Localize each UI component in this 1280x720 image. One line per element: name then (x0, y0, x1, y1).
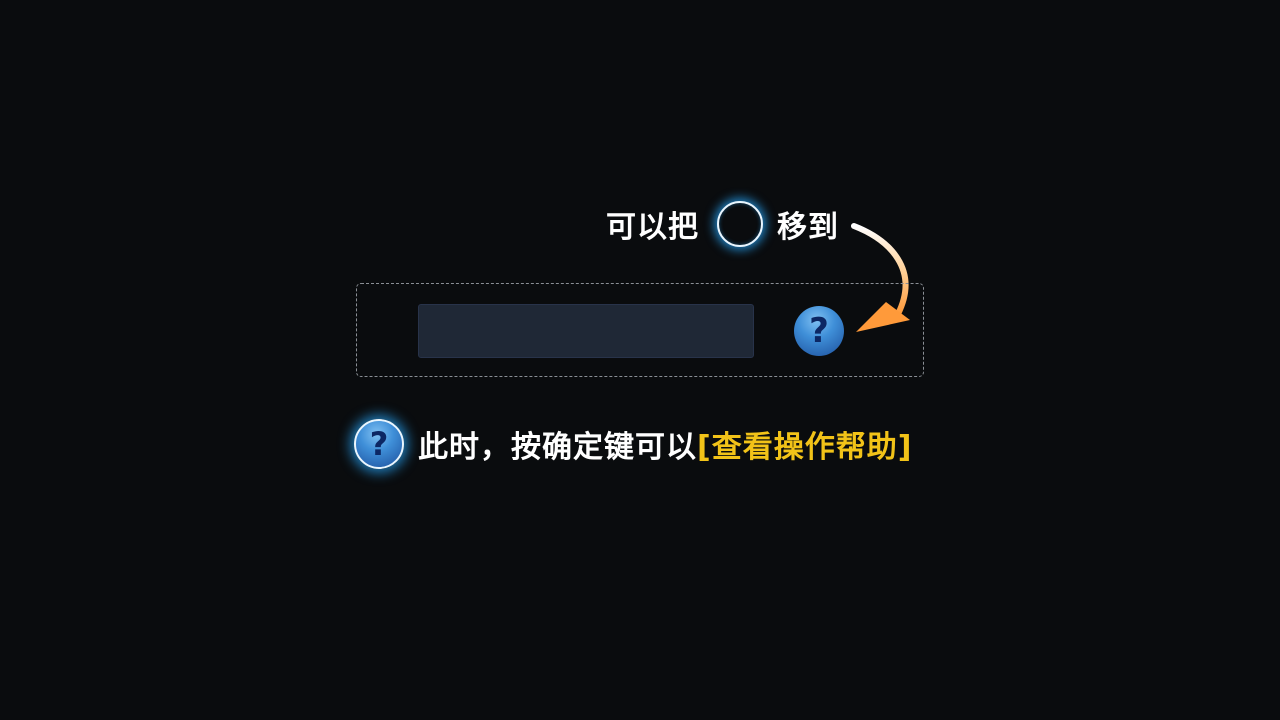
bottom-hint-text: 此时，按确定键可以[查看操作帮助] (418, 422, 912, 466)
focus-cursor-icon (717, 201, 763, 247)
help-button[interactable]: ? (794, 306, 844, 356)
tutorial-overlay: 可以把 移到 ? ? 此时，按确定键可以[查看操作帮助] (0, 0, 1280, 720)
question-icon: ? (369, 425, 389, 463)
top-hint: 可以把 移到 (606, 201, 839, 247)
help-button-focused-icon: ? (354, 419, 404, 469)
help-link-highlight: [查看操作帮助] (697, 430, 913, 465)
bottom-hint-main: 此时，按确定键可以 (418, 430, 697, 465)
question-icon: ? (809, 311, 829, 351)
top-hint-suffix: 移到 (777, 210, 839, 245)
top-hint-prefix: 可以把 (606, 210, 699, 245)
search-input[interactable] (418, 304, 754, 358)
bottom-hint: ? 此时，按确定键可以[查看操作帮助] (354, 418, 912, 470)
